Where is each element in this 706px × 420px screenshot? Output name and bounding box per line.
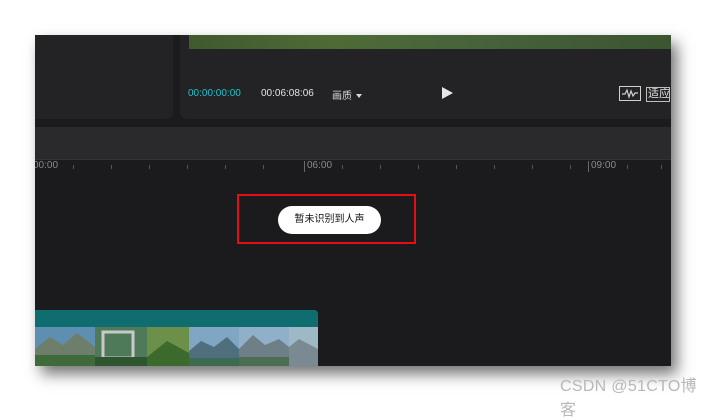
- ruler-tick: [456, 165, 457, 169]
- ruler-tick: [225, 165, 226, 169]
- chevron-down-icon: [356, 94, 362, 99]
- current-timecode: 00:00:00:00: [188, 88, 241, 99]
- video-clip-track[interactable]: [35, 310, 318, 366]
- fit-button[interactable]: 适应: [646, 87, 670, 102]
- clip-thumbnail: [239, 327, 289, 366]
- ruler-tick: [149, 165, 150, 169]
- ruler-tick: [342, 165, 343, 169]
- ruler-tick: [661, 165, 662, 169]
- quality-label: 画质: [332, 91, 352, 102]
- total-timecode: 00:06:08:06: [261, 88, 314, 99]
- ruler-major-tick: [304, 161, 305, 172]
- ruler-tick: [418, 165, 419, 169]
- ruler-tick: [494, 165, 495, 169]
- ruler-tick: [187, 165, 188, 169]
- quality-dropdown[interactable]: 画质: [332, 87, 362, 102]
- ruler-major-tick: [588, 161, 589, 172]
- timeline-toolbar: [35, 127, 671, 159]
- timeline-ruler: 00:00 06:00 09:00: [35, 159, 671, 180]
- ruler-tick: [263, 165, 264, 169]
- clip-thumbnail: [189, 327, 239, 366]
- waveform-icon[interactable]: [619, 86, 641, 101]
- ruler-tick: [111, 165, 112, 169]
- ruler-tick: [532, 165, 533, 169]
- clip-thumbnail: [35, 327, 95, 366]
- ruler-tick: [627, 165, 628, 169]
- clip-thumbnail: [289, 327, 318, 366]
- play-icon[interactable]: [440, 86, 454, 100]
- ruler-tick: [73, 165, 74, 169]
- preview-player: 00:00:00:00 00:06:08:06 画质 适应: [180, 35, 671, 119]
- ruler-label-end: 09:00: [591, 160, 617, 171]
- ruler-tick: [380, 165, 381, 169]
- media-panel: [35, 35, 173, 119]
- watermark: CSDN @51CTO博客: [560, 378, 697, 419]
- ruler-label-start: 00:00: [35, 160, 59, 171]
- ruler-tick: [570, 165, 571, 169]
- clip-thumbnail: [147, 327, 189, 366]
- ruler-label-mid: 06:00: [307, 160, 333, 171]
- clip-thumbnail: [95, 327, 147, 366]
- preview-video-frame[interactable]: [189, 35, 671, 49]
- highlight-box: [237, 194, 416, 244]
